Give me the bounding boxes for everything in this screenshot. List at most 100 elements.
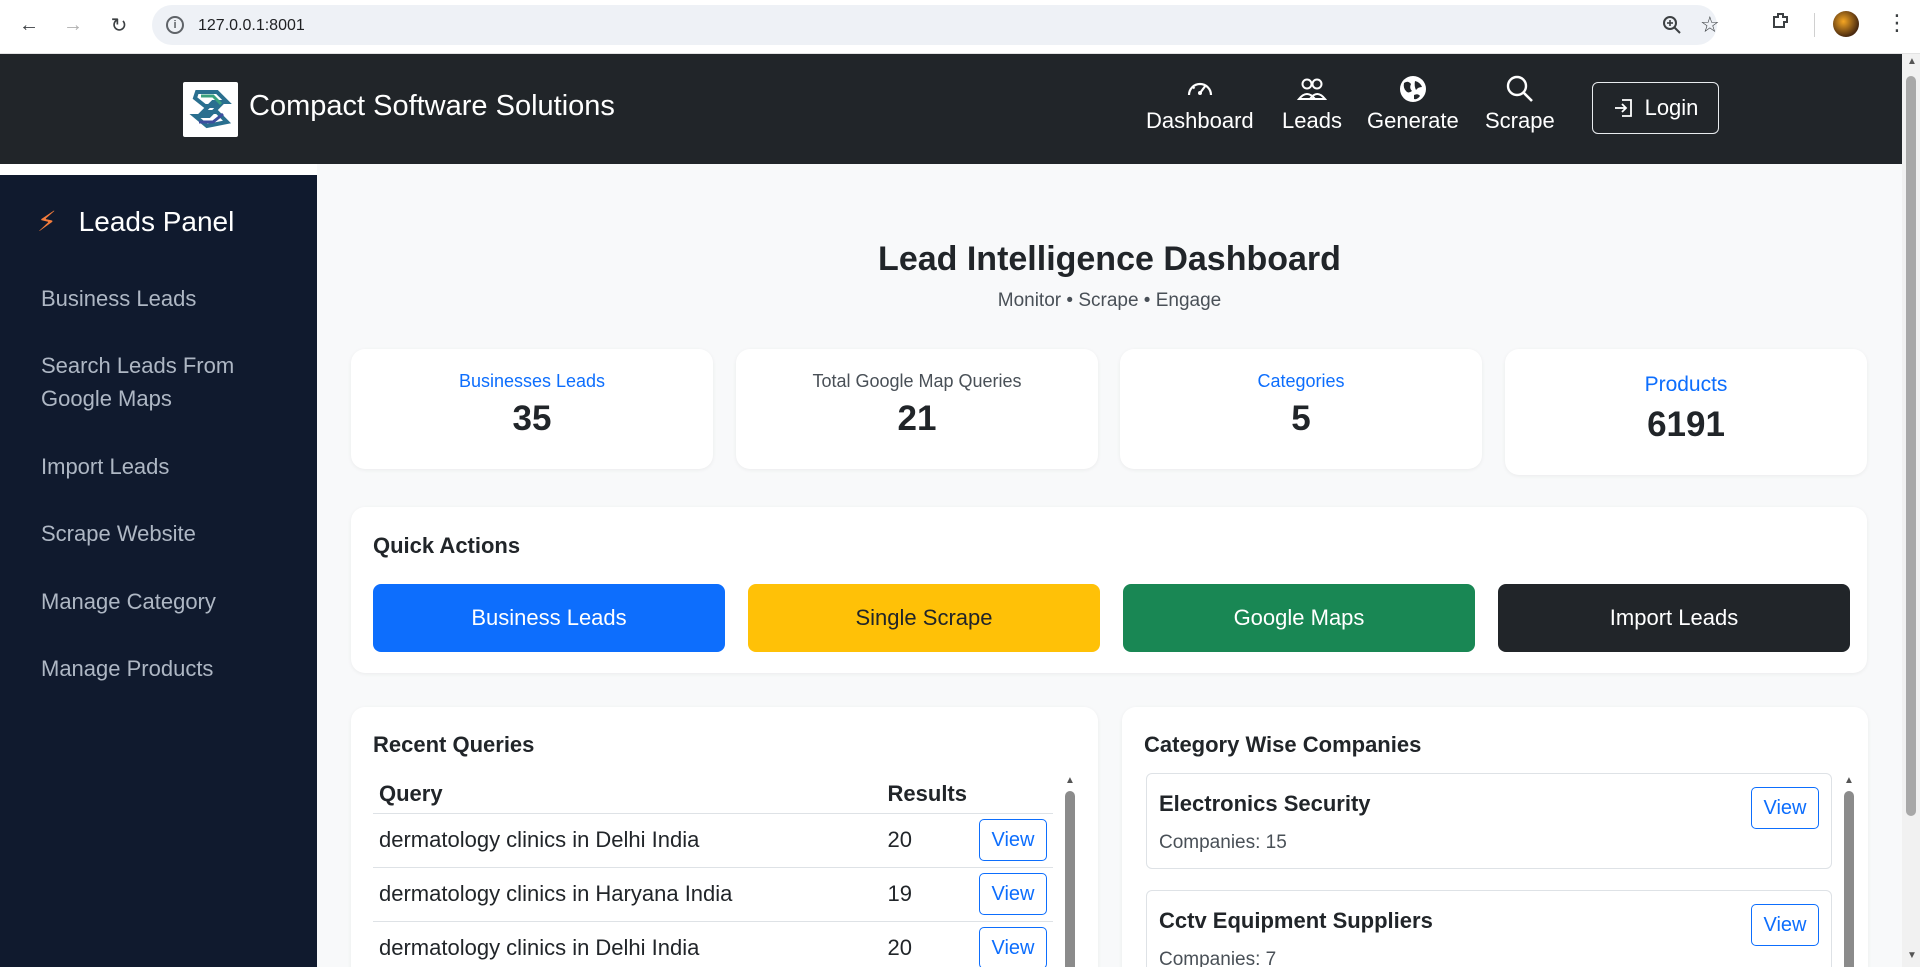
- view-button[interactable]: View: [979, 927, 1047, 967]
- stat-value: 35: [512, 399, 552, 438]
- stat-card-products: Products 6191: [1505, 349, 1867, 475]
- page-subtitle: Monitor • Scrape • Engage: [997, 290, 1222, 311]
- sidebar-item-manage-products[interactable]: Manage Products: [41, 652, 291, 685]
- login-label: Login: [1644, 95, 1699, 120]
- address-bar[interactable]: i 127.0.0.1:8001 ☆: [152, 5, 1720, 45]
- category-card: Electronics Security Companies: 15 View: [1146, 773, 1832, 869]
- table-row: dermatology clinics in Delhi India 20 Vi…: [373, 813, 1053, 868]
- recent-queries-table: Query Results dermatology clinics in Del…: [373, 775, 1053, 967]
- page-scroll-down-icon[interactable]: ▼: [1907, 950, 1917, 961]
- browser-toolbar: ← → ↻ i 127.0.0.1:8001 ☆ ⋮: [0, 0, 1920, 54]
- sidebar: ⚡ Leads Panel Business Leads Search Lead…: [0, 175, 317, 967]
- stat-value: 5: [1291, 399, 1311, 438]
- brand-name[interactable]: Compact Software Solutions: [249, 90, 615, 123]
- nav-scrape[interactable]: Scrape: [1485, 74, 1555, 134]
- column-header-query: Query: [373, 775, 882, 814]
- forward-icon[interactable]: →: [58, 10, 88, 40]
- view-button[interactable]: View: [1751, 787, 1819, 829]
- column-header-results: Results: [881, 775, 973, 814]
- quick-actions-title: Quick Actions: [373, 533, 521, 558]
- sidebar-item-search-leads-google-maps[interactable]: Search Leads From Google Maps: [41, 349, 291, 415]
- sidebar-title-text: Leads Panel: [78, 205, 235, 237]
- sidebar-title: ⚡ Leads Panel: [37, 205, 234, 238]
- category-companies-title: Category Wise Companies: [1144, 732, 1422, 757]
- reload-icon[interactable]: ↻: [104, 10, 134, 40]
- page-scrollbar[interactable]: ▲ ▼: [1902, 54, 1920, 967]
- category-name: Cctv Equipment Suppliers: [1159, 908, 1433, 933]
- stat-card-categories: Categories 5: [1120, 349, 1482, 469]
- quick-business-leads-button[interactable]: Business Leads: [373, 584, 725, 652]
- scroll-up-arrow-icon[interactable]: ▲: [1844, 775, 1854, 786]
- query-cell: dermatology clinics in Haryana India: [373, 867, 882, 922]
- view-button[interactable]: View: [1751, 904, 1819, 946]
- table-header-row: Query Results: [373, 775, 1053, 814]
- query-cell: dermatology clinics in Delhi India: [373, 813, 882, 868]
- stat-value: 6191: [1647, 405, 1725, 444]
- categories-scrollbar[interactable]: ▲: [1842, 775, 1856, 967]
- menu-kebab-icon[interactable]: ⋮: [1886, 10, 1908, 36]
- results-cell: 20: [881, 813, 973, 868]
- nav-leads-label: Leads: [1282, 108, 1342, 133]
- top-navbar: Compact Software Solutions Dashboard Lea…: [0, 54, 1902, 164]
- login-button[interactable]: Login: [1592, 82, 1719, 134]
- back-icon[interactable]: ←: [14, 10, 44, 40]
- recent-queries-title: Recent Queries: [373, 732, 535, 757]
- company-logo[interactable]: [183, 82, 238, 137]
- category-company-count: Companies: 15: [1159, 832, 1287, 853]
- stat-label: Products: [1644, 373, 1728, 396]
- nav-dashboard-label: Dashboard: [1146, 108, 1254, 133]
- action-cell: View: [973, 867, 1053, 922]
- page-scroll-thumb[interactable]: [1906, 76, 1916, 816]
- column-header-action: [973, 775, 1053, 814]
- zoom-icon[interactable]: [1662, 15, 1682, 35]
- queries-scrollbar[interactable]: ▲: [1063, 775, 1077, 967]
- page-title: Lead Intelligence Dashboard: [878, 240, 1341, 278]
- quick-single-scrape-button[interactable]: Single Scrape: [748, 584, 1100, 652]
- category-card: Cctv Equipment Suppliers Companies: 7 Vi…: [1146, 890, 1832, 967]
- quick-google-maps-button[interactable]: Google Maps: [1123, 584, 1475, 652]
- quick-import-leads-button[interactable]: Import Leads: [1498, 584, 1850, 652]
- action-cell: View: [973, 813, 1053, 868]
- table-row: dermatology clinics in Delhi India 20 Vi…: [373, 921, 1053, 967]
- query-cell: dermatology clinics in Delhi India: [373, 921, 882, 967]
- site-info-icon[interactable]: i: [166, 16, 184, 34]
- bookmark-star-icon[interactable]: ☆: [1700, 12, 1720, 38]
- stat-value: 21: [897, 399, 937, 438]
- categories-scroll-thumb[interactable]: [1844, 791, 1854, 967]
- nav-generate[interactable]: Generate: [1367, 74, 1459, 134]
- sidebar-item-business-leads[interactable]: Business Leads: [41, 282, 291, 315]
- nav-leads[interactable]: Leads: [1282, 74, 1342, 134]
- recent-queries-panel: Recent Queries Query Results dermatology…: [351, 707, 1098, 967]
- table-row: dermatology clinics in Haryana India 19 …: [373, 867, 1053, 922]
- results-cell: 19: [881, 867, 973, 922]
- category-name: Electronics Security: [1159, 791, 1371, 816]
- view-button[interactable]: View: [979, 819, 1047, 861]
- profile-avatar[interactable]: [1833, 11, 1859, 37]
- search-icon: [1506, 75, 1533, 102]
- results-cell: 20: [881, 921, 973, 967]
- nav-dashboard[interactable]: Dashboard: [1146, 74, 1254, 134]
- globe-icon: [1399, 76, 1426, 102]
- url-text[interactable]: 127.0.0.1:8001: [198, 17, 305, 35]
- page-scroll-up-icon[interactable]: ▲: [1907, 56, 1917, 67]
- speedometer-icon: [1187, 82, 1212, 96]
- people-icon: [1296, 78, 1327, 100]
- nav-generate-label: Generate: [1367, 108, 1459, 133]
- sidebar-item-import-leads[interactable]: Import Leads: [41, 450, 291, 483]
- stat-label: Categories: [1257, 371, 1345, 391]
- view-button[interactable]: View: [979, 873, 1047, 915]
- lightning-icon: ⚡: [37, 206, 57, 237]
- sidebar-item-scrape-website[interactable]: Scrape Website: [41, 517, 291, 550]
- stat-label: Businesses Leads: [458, 371, 606, 391]
- scroll-up-arrow-icon[interactable]: ▲: [1065, 775, 1075, 786]
- nav-scrape-label: Scrape: [1485, 108, 1555, 133]
- queries-scroll-thumb[interactable]: [1065, 791, 1075, 967]
- category-companies-panel: Category Wise Companies Electronics Secu…: [1122, 707, 1868, 967]
- toolbar-divider: [1814, 13, 1815, 37]
- quick-actions-panel: Quick Actions Business Leads Single Scra…: [351, 507, 1867, 673]
- action-cell: View: [973, 921, 1053, 967]
- stat-label: Total Google Map Queries: [812, 371, 1022, 391]
- extensions-icon[interactable]: [1770, 10, 1792, 32]
- sidebar-item-manage-category[interactable]: Manage Category: [41, 585, 291, 618]
- stat-card-google-map-queries: Total Google Map Queries 21: [736, 349, 1098, 469]
